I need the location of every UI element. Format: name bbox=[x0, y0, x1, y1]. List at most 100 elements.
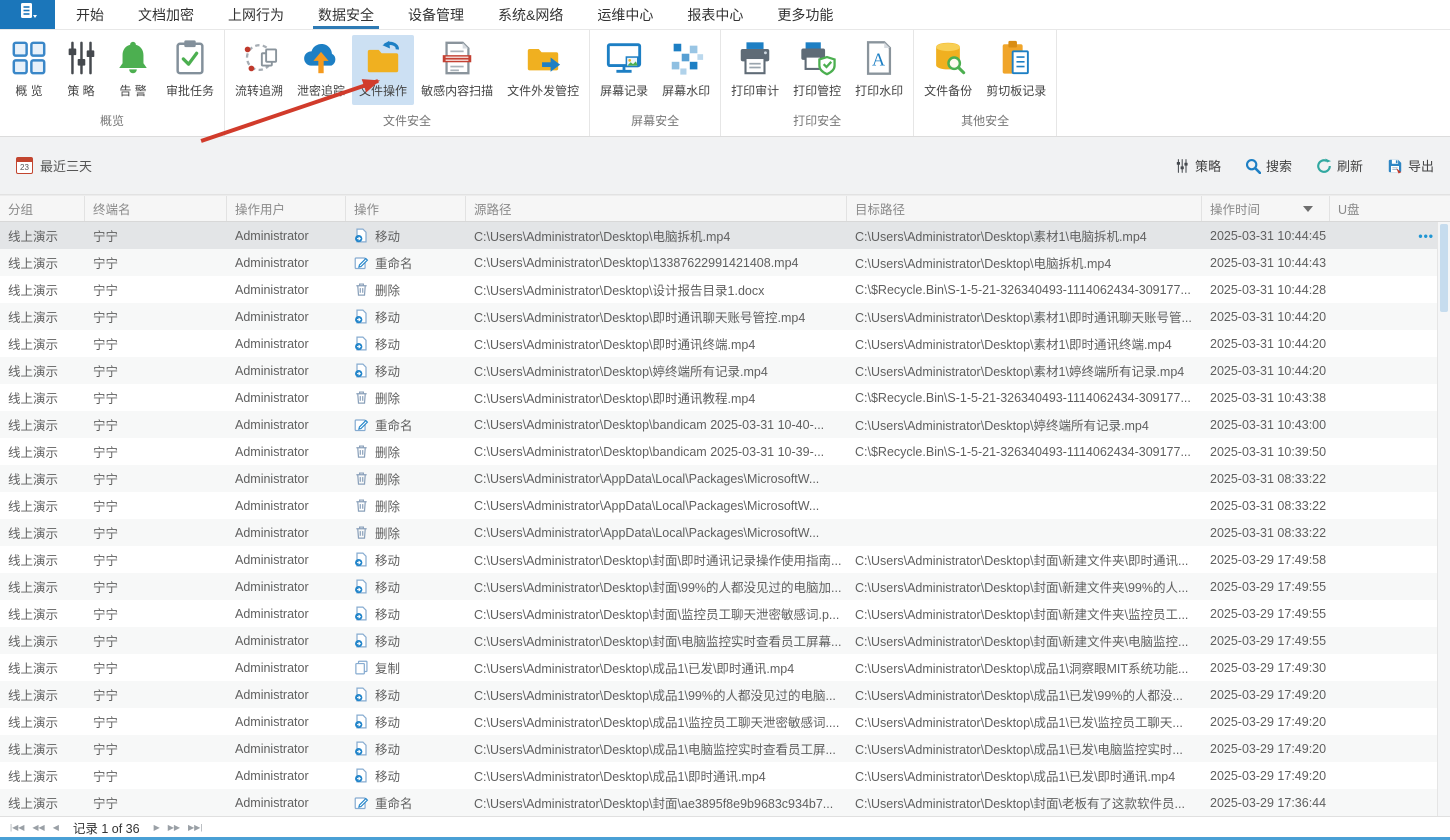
column-header-usb[interactable]: U盘 bbox=[1330, 196, 1450, 221]
ribbon-button-file-operation[interactable]: 文件操作 bbox=[352, 35, 414, 105]
refresh-button[interactable]: 刷新 bbox=[1316, 156, 1363, 175]
cell-source-path: C:\Users\Administrator\Desktop\即时通讯教程.mp… bbox=[466, 384, 847, 411]
table-row[interactable]: 线上演示宁宁Administrator移动C:\Users\Administra… bbox=[0, 546, 1450, 573]
operation-label: 移动 bbox=[375, 631, 400, 650]
export-button[interactable]: 导出 bbox=[1387, 156, 1434, 175]
cell-operation: 重命名 bbox=[346, 249, 466, 276]
column-header-operation[interactable]: 操作 bbox=[346, 196, 466, 221]
table-row[interactable]: 线上演示宁宁Administrator删除C:\Users\Administra… bbox=[0, 384, 1450, 411]
table-row[interactable]: 线上演示宁宁Administrator移动C:\Users\Administra… bbox=[0, 681, 1450, 708]
cell-group: 线上演示 bbox=[0, 789, 85, 816]
scrollbar-thumb[interactable] bbox=[1440, 224, 1448, 312]
pager-first-icon[interactable]: |◀◀ bbox=[6, 823, 28, 832]
tab-ops-center[interactable]: 运维中心 bbox=[580, 0, 670, 29]
pager-fast-prev-icon[interactable]: ◀◀ bbox=[28, 823, 48, 832]
ribbon-button-sensitive-scan[interactable]: 敏感内容扫描 bbox=[414, 35, 500, 105]
table-row[interactable]: 线上演示宁宁Administrator重命名C:\Users\Administr… bbox=[0, 789, 1450, 816]
table-row[interactable]: 线上演示宁宁Administrator删除C:\Users\Administra… bbox=[0, 276, 1450, 303]
table-row[interactable]: 线上演示宁宁Administrator移动C:\Users\Administra… bbox=[0, 627, 1450, 654]
ribbon-button-flow-trace[interactable]: 流转追溯 bbox=[228, 35, 290, 105]
cell-group: 线上演示 bbox=[0, 546, 85, 573]
pager-prev-icon[interactable]: ◀ bbox=[49, 823, 63, 832]
ribbon-button-screen-record[interactable]: 屏幕记录 bbox=[593, 35, 655, 105]
pager-next-icon[interactable]: ▶ bbox=[150, 823, 164, 832]
tab-web-behavior[interactable]: 上网行为 bbox=[211, 0, 301, 29]
table-row[interactable]: 线上演示宁宁Administrator移动C:\Users\Administra… bbox=[0, 600, 1450, 627]
ribbon-button-print-audit[interactable]: 打印审计 bbox=[724, 35, 786, 105]
cell-target-path: C:\Users\Administrator\Desktop\素材1\婷终端所有… bbox=[847, 357, 1202, 384]
ribbon-button-file-outgoing-control[interactable]: 文件外发管控 bbox=[500, 35, 586, 105]
search-button-label: 搜索 bbox=[1266, 156, 1292, 175]
row-more-icon[interactable]: ••• bbox=[1418, 229, 1434, 243]
tab-system-network[interactable]: 系统&网络 bbox=[481, 0, 580, 29]
column-header-terminal[interactable]: 终端名 bbox=[85, 196, 227, 221]
ribbon-button-file-backup[interactable]: 文件备份 bbox=[917, 35, 979, 105]
ribbon-button-leak-track[interactable]: 泄密追踪 bbox=[290, 35, 352, 105]
tab-data-security[interactable]: 数据安全 bbox=[301, 0, 391, 29]
screen-record-icon bbox=[605, 39, 643, 77]
cell-source-path: C:\Users\Administrator\Desktop\成品1\已发\即时… bbox=[466, 654, 847, 681]
table-row[interactable]: 线上演示宁宁Administrator重命名C:\Users\Administr… bbox=[0, 249, 1450, 276]
tab-device-mgmt[interactable]: 设备管理 bbox=[391, 0, 481, 29]
operation-label: 移动 bbox=[375, 361, 400, 380]
table-row[interactable]: 线上演示宁宁Administrator复制C:\Users\Administra… bbox=[0, 654, 1450, 681]
table-row[interactable]: 线上演示宁宁Administrator移动C:\Users\Administra… bbox=[0, 303, 1450, 330]
policy-sliders-icon bbox=[62, 39, 100, 77]
rename-icon bbox=[354, 795, 369, 810]
pager-fast-next-icon[interactable]: ▶▶ bbox=[164, 823, 184, 832]
cell-terminal: 宁宁 bbox=[85, 303, 227, 330]
cell-usb bbox=[1330, 735, 1450, 762]
cell-user: Administrator bbox=[227, 681, 346, 708]
ribbon-button-overview[interactable]: 概 览 bbox=[3, 35, 55, 105]
table-row[interactable]: 线上演示宁宁Administrator移动C:\Users\Administra… bbox=[0, 222, 1450, 249]
delete-icon bbox=[354, 282, 369, 297]
table-row[interactable]: 线上演示宁宁Administrator删除C:\Users\Administra… bbox=[0, 465, 1450, 492]
vertical-scrollbar[interactable] bbox=[1437, 222, 1450, 816]
tab-more-features[interactable]: 更多功能 bbox=[760, 0, 850, 29]
cell-usb bbox=[1330, 303, 1450, 330]
column-header-time[interactable]: 操作时间 bbox=[1202, 196, 1330, 221]
table-row[interactable]: 线上演示宁宁Administrator移动C:\Users\Administra… bbox=[0, 762, 1450, 789]
table-row[interactable]: 线上演示宁宁Administrator重命名C:\Users\Administr… bbox=[0, 411, 1450, 438]
tab-home[interactable]: 开始 bbox=[59, 0, 121, 29]
print-audit-icon bbox=[736, 39, 774, 77]
column-header-group[interactable]: 分组 bbox=[0, 196, 85, 221]
table-row[interactable]: 线上演示宁宁Administrator移动C:\Users\Administra… bbox=[0, 330, 1450, 357]
column-header-target-path[interactable]: 目标路径 bbox=[847, 196, 1202, 221]
table-row[interactable]: 线上演示宁宁Administrator移动C:\Users\Administra… bbox=[0, 573, 1450, 600]
column-header-user[interactable]: 操作用户 bbox=[227, 196, 346, 221]
table-row[interactable]: 线上演示宁宁Administrator移动C:\Users\Administra… bbox=[0, 735, 1450, 762]
table-row[interactable]: 线上演示宁宁Administrator移动C:\Users\Administra… bbox=[0, 708, 1450, 735]
cell-terminal: 宁宁 bbox=[85, 654, 227, 681]
cell-time: 2025-03-31 08:33:22 bbox=[1202, 492, 1330, 519]
table-row[interactable]: 线上演示宁宁Administrator移动C:\Users\Administra… bbox=[0, 357, 1450, 384]
move-icon bbox=[354, 768, 369, 783]
table-row[interactable]: 线上演示宁宁Administrator删除C:\Users\Administra… bbox=[0, 492, 1450, 519]
cell-time: 2025-03-31 10:44:43 bbox=[1202, 249, 1330, 276]
ribbon-button-policy[interactable]: 策 略 bbox=[55, 35, 107, 105]
table-row[interactable]: 线上演示宁宁Administrator删除C:\Users\Administra… bbox=[0, 438, 1450, 465]
search-button[interactable]: 搜索 bbox=[1245, 156, 1292, 175]
ribbon-button-clipboard-record[interactable]: 剪切板记录 bbox=[979, 35, 1053, 105]
ribbon-button-alert[interactable]: 告 警 bbox=[107, 35, 159, 105]
policy-button[interactable]: 策略 bbox=[1174, 156, 1221, 175]
ribbon-button-print-watermark[interactable]: A打印水印 bbox=[848, 35, 910, 105]
move-icon bbox=[354, 714, 369, 729]
ribbon-button-print-control[interactable]: 打印管控 bbox=[786, 35, 848, 105]
tab-doc-encrypt[interactable]: 文档加密 bbox=[121, 0, 211, 29]
file-outgoing-icon bbox=[524, 39, 562, 77]
cell-target-path: C:\Users\Administrator\Desktop\封面\新建文件夹\… bbox=[847, 627, 1202, 654]
pager-last-icon[interactable]: ▶▶| bbox=[184, 823, 206, 832]
cell-user: Administrator bbox=[227, 303, 346, 330]
operation-label: 移动 bbox=[375, 685, 400, 704]
cell-operation: 删除 bbox=[346, 492, 466, 519]
ribbon-button-screen-watermark[interactable]: 屏幕水印 bbox=[655, 35, 717, 105]
app-menu-button[interactable] bbox=[0, 0, 55, 29]
sort-desc-icon[interactable] bbox=[1303, 206, 1313, 212]
table-row[interactable]: 线上演示宁宁Administrator删除C:\Users\Administra… bbox=[0, 519, 1450, 546]
tab-report-center[interactable]: 报表中心 bbox=[670, 0, 760, 29]
column-header-source-path[interactable]: 源路径 bbox=[466, 196, 847, 221]
ribbon-button-approval-tasks[interactable]: 审批任务 bbox=[159, 35, 221, 105]
date-range-filter[interactable]: 23 最近三天 bbox=[16, 156, 92, 175]
calendar-day: 23 bbox=[20, 162, 29, 173]
